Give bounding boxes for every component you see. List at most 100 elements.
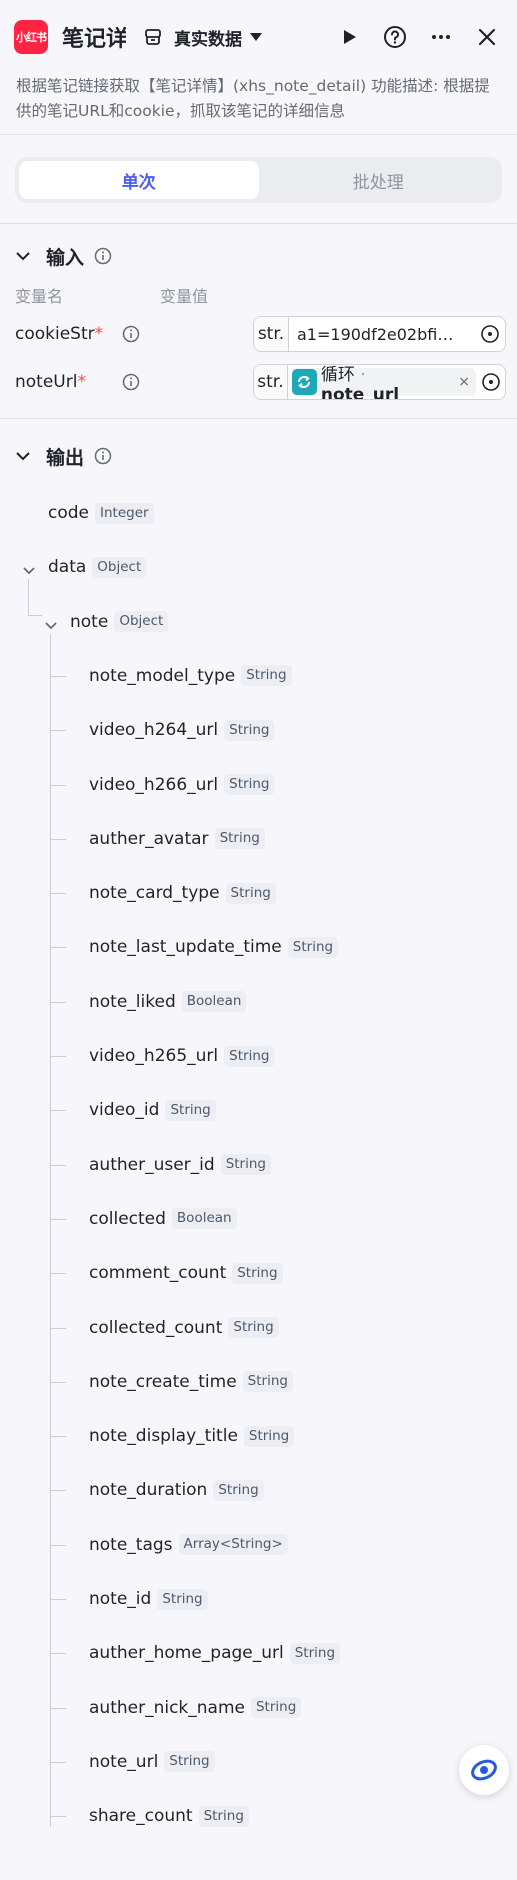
- node-description: 根据笔记链接获取【笔记详情】(xhs_note_detail) 功能描述: 根据…: [16, 77, 490, 120]
- field-name: note_url: [89, 1751, 159, 1772]
- input-section-title: 输入: [46, 246, 85, 269]
- tree-connector: [50, 1761, 66, 1763]
- tree-connector: [50, 1653, 66, 1655]
- more-button[interactable]: [425, 21, 457, 53]
- field-name: auther_home_page_url: [89, 1643, 284, 1664]
- tree-connector: [50, 947, 66, 949]
- caret-down-icon: [250, 33, 262, 41]
- field-type-badge: String: [214, 828, 265, 850]
- field-type-badge: Array<String>: [178, 1534, 288, 1556]
- info-icon[interactable]: [94, 247, 112, 265]
- info-icon[interactable]: [122, 325, 140, 343]
- tab-single[interactable]: 单次: [19, 161, 259, 199]
- field-name: note_card_type: [89, 883, 220, 904]
- column-variable-name: 变量名: [15, 287, 64, 306]
- output-field-row: note_id String: [89, 1584, 208, 1614]
- column-variable-value: 变量值: [160, 287, 209, 306]
- variable-reference-tag[interactable]: 循环 · note_url ×: [291, 364, 476, 399]
- tree-connector: [50, 893, 66, 895]
- field-name: collected_count: [89, 1317, 223, 1338]
- run-button[interactable]: [333, 21, 365, 53]
- assistant-button[interactable]: [459, 1745, 509, 1795]
- field-name: auther_avatar: [89, 828, 209, 849]
- field-type-badge: String: [228, 1317, 279, 1338]
- field-type-badge: String: [157, 1588, 208, 1610]
- type-selector[interactable]: str.: [254, 317, 289, 351]
- ref-variable: note_url: [320, 384, 400, 400]
- field-name: note_display_title: [89, 1426, 238, 1447]
- output-section-title: 输出: [46, 446, 85, 469]
- field-name: note_tags: [89, 1534, 173, 1555]
- input-var-row: cookieStr* str. a1=190df2e02bfi…: [0, 310, 517, 358]
- help-button[interactable]: [379, 21, 411, 53]
- tree-connector: [50, 838, 66, 840]
- ref-separator: ·: [354, 364, 366, 385]
- field-type-badge: String: [224, 774, 275, 795]
- node-title[interactable]: 笔记详情: [62, 21, 126, 53]
- tree-connector: [50, 1436, 66, 1438]
- field-name: note_create_time: [89, 1371, 237, 1392]
- output-field-row: note_tags Array<String>: [89, 1530, 288, 1560]
- note-url-value-field[interactable]: str. 循环 · note_url ×: [253, 364, 506, 400]
- field-name: video_h266_url: [89, 774, 219, 795]
- output-field-row: video_h264_url String: [89, 715, 275, 745]
- output-field-row: comment_count String: [89, 1258, 283, 1288]
- field-type-badge: String: [165, 1099, 216, 1121]
- tab-batch[interactable]: 批处理: [259, 161, 499, 199]
- field-name: note_id: [89, 1589, 152, 1609]
- field-name: note_model_type: [89, 665, 236, 686]
- field-name: auther_nick_name: [89, 1697, 245, 1718]
- help-icon: [384, 26, 406, 48]
- tree-connector: [50, 1599, 66, 1600]
- field-name: auther_user_id: [89, 1154, 215, 1175]
- remove-reference-icon[interactable]: ×: [458, 374, 470, 390]
- assistant-icon: [471, 1759, 497, 1781]
- tree-connector: [50, 1544, 66, 1546]
- tree-connector: [50, 1001, 66, 1003]
- dataset-label: 真实数据: [174, 29, 242, 50]
- field-name: share_count: [89, 1806, 193, 1827]
- field-type-badge: Boolean: [171, 1208, 237, 1230]
- input-section-header[interactable]: 输入: [0, 232, 517, 280]
- tree-connector: [50, 1218, 66, 1220]
- type-selector[interactable]: str.: [254, 365, 288, 399]
- field-name: note: [70, 611, 109, 632]
- variable-reference-icon[interactable]: [475, 324, 505, 344]
- variable-reference-icon[interactable]: [476, 372, 505, 392]
- output-section-header[interactable]: 输出: [0, 432, 517, 480]
- cookie-value-field[interactable]: str. a1=190df2e02bfi…: [253, 316, 506, 352]
- variable-name: cookieStr*: [15, 324, 104, 344]
- info-icon[interactable]: [122, 373, 140, 391]
- field-type-badge: String: [213, 1479, 264, 1501]
- info-icon[interactable]: [94, 447, 112, 465]
- input-var-row: noteUrl* str. 循环 · note_url ×: [0, 358, 517, 406]
- field-type-badge: Integer: [95, 502, 154, 524]
- output-field-row: auther_nick_name String: [89, 1693, 302, 1723]
- chevron-down-icon[interactable]: [22, 561, 36, 580]
- close-button[interactable]: [471, 21, 503, 53]
- tree-connector: [50, 730, 66, 732]
- output-field-row: note_create_time String: [89, 1367, 293, 1397]
- field-type-badge: Object: [92, 556, 147, 578]
- variable-value[interactable]: a1=190df2e02bfi…: [289, 325, 475, 344]
- output-field-row: video_h265_url String: [89, 1041, 275, 1071]
- output-field-row: auther_avatar String: [89, 824, 265, 854]
- chevron-down-icon[interactable]: [44, 616, 58, 635]
- output-field-row: code Integer: [48, 498, 154, 528]
- play-icon: [344, 30, 356, 44]
- tree-connector: [50, 1273, 66, 1275]
- chevron-down-icon[interactable]: [16, 449, 30, 463]
- field-name: code: [48, 503, 89, 523]
- output-tree: code Integer data Object note Object note_mode…: [0, 480, 517, 1880]
- field-type-badge: Object: [114, 611, 169, 633]
- close-icon: [478, 28, 496, 46]
- field-type-badge: String: [224, 719, 275, 741]
- dataset-dropdown[interactable]: 真实数据: [174, 25, 262, 50]
- field-name: video_h264_url: [89, 720, 219, 741]
- field-type-badge: String: [287, 936, 339, 958]
- chevron-down-icon[interactable]: [16, 249, 30, 263]
- tree-connector: [50, 633, 51, 1827]
- output-field-row: collected Boolean: [89, 1204, 237, 1234]
- tree-connector: [50, 1164, 66, 1166]
- field-type-badge: String: [225, 882, 276, 904]
